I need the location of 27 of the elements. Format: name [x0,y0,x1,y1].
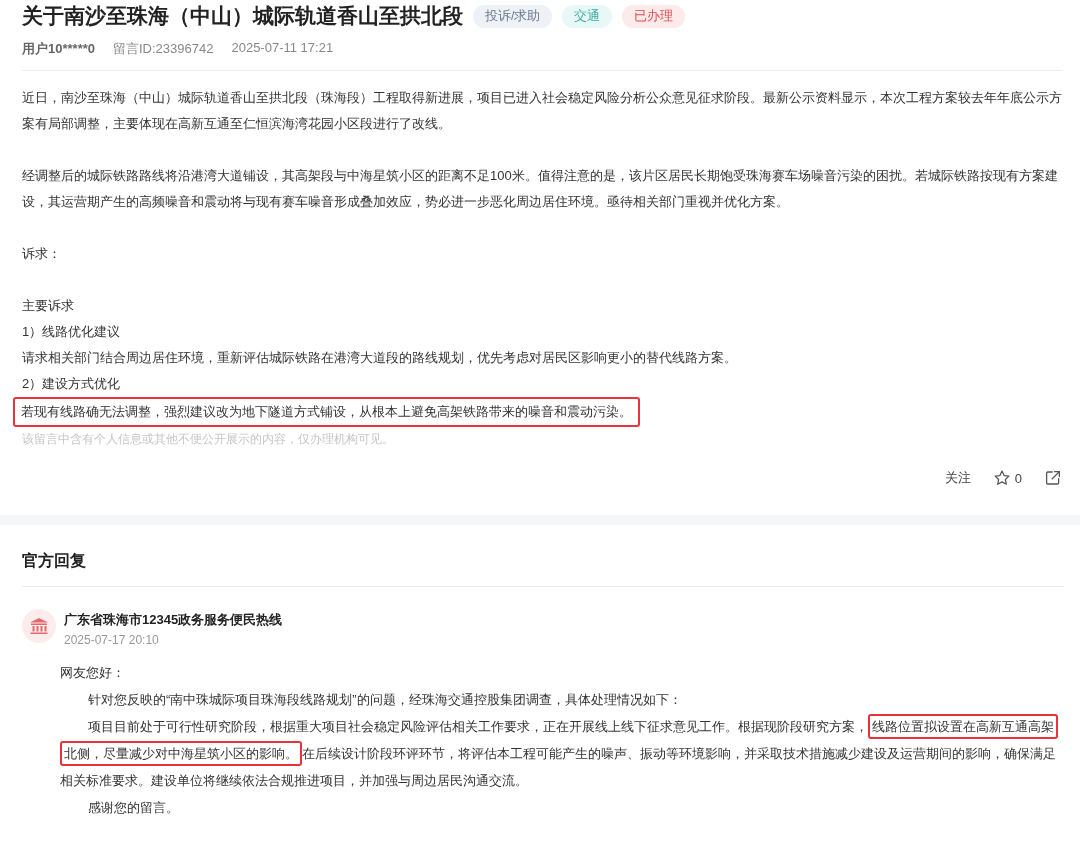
category-tag: 交通 [562,4,613,28]
post-time: 2025-07-11 17:21 [231,40,334,57]
share-button[interactable] [1044,469,1062,487]
section-heading: 官方回复 [22,525,1064,587]
body-text: 经调整后的城际铁路路线将沿港湾大道铺设，其高架段与中海星筑小区的距离不足100米。值得注意的是，该片区居民长期饱受珠海赛车场噪音污染的困扰。若城际铁路按现有方案建设，其运营期产生的高频噪音和震动将与现有赛车噪音形成叠加效应，势必进一步恶化周边居住环境。亟待相关部门重视并优化方案。 [22,168,1058,209]
star-icon [992,469,1011,487]
star-button[interactable]: 0 [992,469,1022,487]
institution-icon [29,617,49,635]
body-text: 近日，南沙至珠海（中山）城际轨道香山至拱北段（珠海段）工程取得新进展，项目已进入社会稳定风险分析公众意见征求阶段。最新公示资料显示，本次工程方案较去年年底公示方案有局部调整，主要体现在高新互通至仁恒滨海湾花园小区段进行了改线。 [22,90,1062,131]
share-icon [1044,469,1062,487]
message-id: 留言ID:23396742 [113,40,214,58]
category-tag: 已办理 [622,4,686,28]
category-tag: 投诉/求助 [473,4,553,28]
greeting-text: 网友您好： [60,664,126,682]
follow-button[interactable]: 关注 [944,469,971,487]
page-title: 关于南沙至珠海（中山）城际轨道香山至拱北段 [22,3,463,29]
body-text: 1）线路优化建议 [22,324,121,339]
agency-name: 广东省珠海市12345政务服务便民热线 [64,611,283,629]
body-text: 诉求： [22,246,61,261]
highlighted-text: 若现有线路确无法调整，强烈建议改为地下隧道方式铺设，从根本上避免高架铁路带来的噪音和震动污染。 [13,397,640,427]
body-text: 请求相关部门结合周边居住环境，重新评估城际铁路在港湾大道段的路线规划，优先考虑对居民区影响更小的替代线路方案。 [22,350,737,365]
body-text: 2）建设方式优化 [22,376,121,391]
reply-paragraph: 感谢您的留言。 [86,799,180,817]
user-name: 用户10*****0 [22,40,95,58]
reply-time: 2025-07-17 20:10 [64,632,160,649]
reply-paragraph: 针对您反映的“南中珠城际项目珠海段线路规划”的问题，经珠海交通控股集团调查，具体处理情况如下： [86,691,683,709]
body-text: 主要诉求 [22,298,74,313]
